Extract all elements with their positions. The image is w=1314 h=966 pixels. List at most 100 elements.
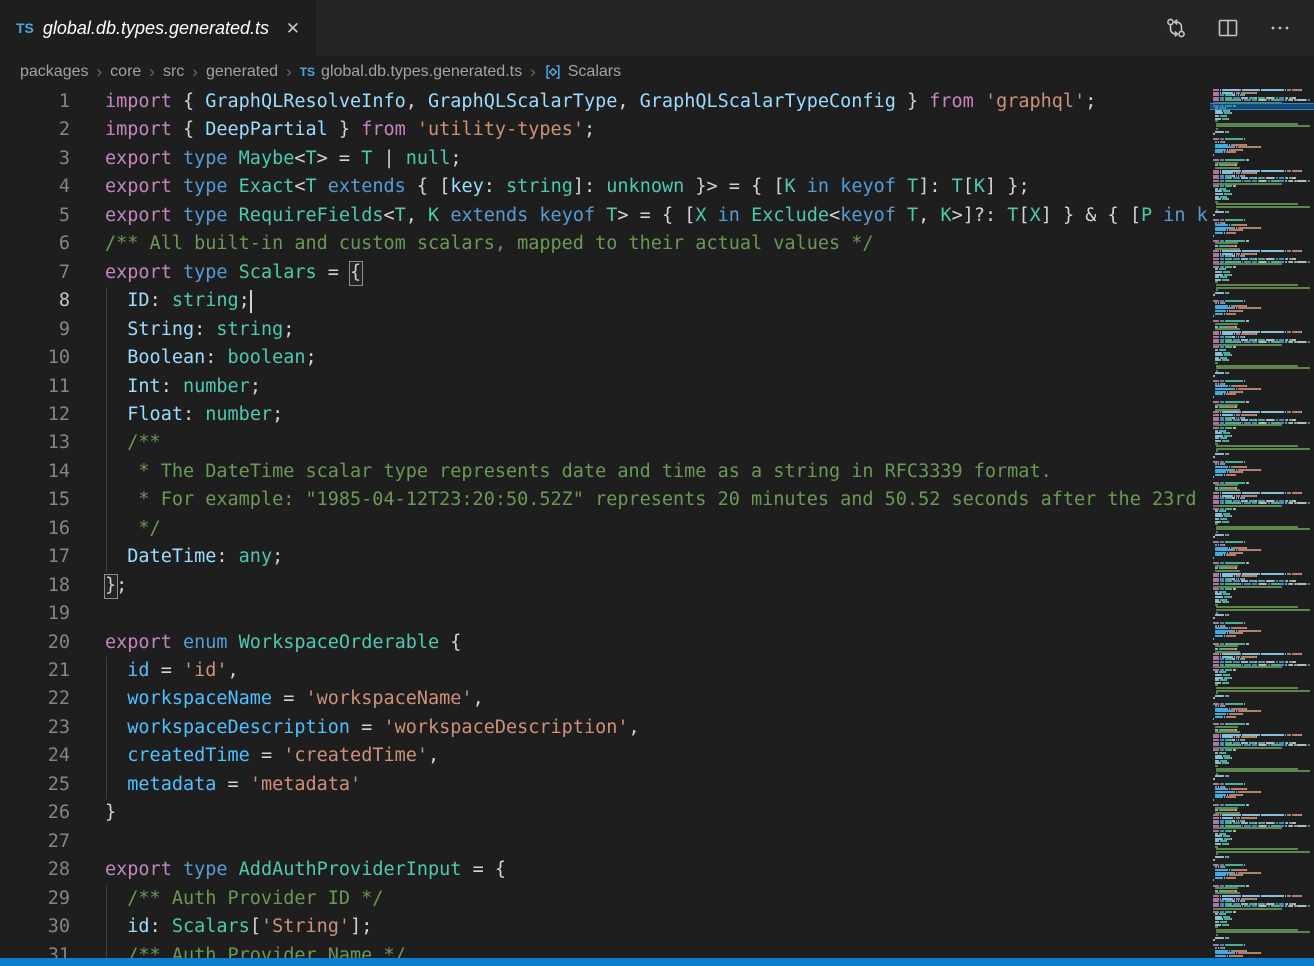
code-line[interactable]: id = 'id', — [105, 657, 239, 685]
minimap-line — [1259, 895, 1260, 897]
line-number[interactable]: 4 — [0, 173, 70, 201]
minimap-line — [1240, 89, 1241, 91]
line-number[interactable]: 11 — [0, 373, 70, 401]
line-number[interactable]: 8 — [0, 287, 70, 315]
open-changes-icon[interactable] — [1164, 16, 1188, 40]
line-number[interactable]: 5 — [0, 202, 70, 230]
breadcrumb-item-scalars[interactable]: Scalars — [544, 63, 621, 81]
code-line[interactable]: /** Auth Provider Name */ — [105, 942, 406, 959]
line-number[interactable]: 7 — [0, 259, 70, 287]
close-icon[interactable]: ✕ — [282, 18, 304, 39]
line-number[interactable]: 19 — [0, 600, 70, 628]
code-line[interactable]: Boolean: boolean; — [105, 344, 317, 372]
minimap-line — [1213, 697, 1215, 699]
code-editor[interactable]: 1 import { GraphQLResolveInfo, GraphQLSca… — [0, 88, 1208, 958]
line-number[interactable]: 9 — [0, 316, 70, 344]
line-number[interactable]: 24 — [0, 742, 70, 770]
code-line[interactable]: import { DeepPartial } from 'utility-typ… — [105, 116, 595, 144]
line-number[interactable]: 18 — [0, 572, 70, 600]
code-token — [105, 404, 127, 425]
minimap-line — [1215, 757, 1222, 759]
split-editor-icon[interactable] — [1216, 16, 1240, 40]
code-line[interactable]: export enum WorkspaceOrderable { — [105, 629, 461, 657]
minimap-line — [1213, 375, 1215, 377]
minimap-line — [1308, 180, 1310, 182]
minimap-line — [1285, 250, 1286, 252]
code-line[interactable]: /** — [105, 429, 161, 457]
code-line[interactable]: Float: number; — [105, 401, 283, 429]
code-token: K — [940, 205, 951, 226]
minimap-line — [1241, 172, 1256, 174]
line-number[interactable]: 25 — [0, 771, 70, 799]
minimap-line — [1225, 185, 1232, 187]
code-line[interactable]: } — [105, 799, 116, 827]
code-line[interactable]: export type AddAuthProviderInput = { — [105, 856, 506, 884]
code-line[interactable]: String: string; — [105, 316, 294, 344]
minimap-line — [1226, 393, 1236, 395]
minimap-line — [1242, 149, 1243, 151]
code-line[interactable]: export type Scalars = { — [105, 259, 361, 287]
minimap-line — [1232, 739, 1235, 741]
minimap-line — [1308, 261, 1310, 263]
code-line[interactable]: export type Maybe<T> = T | null; — [105, 145, 461, 173]
line-number[interactable]: 17 — [0, 543, 70, 571]
minimap-line — [1213, 804, 1219, 806]
line-number[interactable]: 1 — [0, 88, 70, 116]
code-line[interactable]: /** All built-in and custom scalars, map… — [105, 230, 874, 258]
code-line[interactable]: workspaceName = 'workspaceName', — [105, 685, 484, 713]
code-token: */ — [105, 518, 161, 539]
line-number[interactable]: 14 — [0, 458, 70, 486]
minimap-line — [1242, 955, 1243, 957]
minimap-line — [1287, 250, 1291, 252]
line-number[interactable]: 29 — [0, 885, 70, 913]
code-line[interactable]: ID: string; — [105, 287, 250, 315]
code-line[interactable]: DateTime: any; — [105, 543, 283, 571]
line-number[interactable]: 3 — [0, 145, 70, 173]
line-number[interactable]: 16 — [0, 515, 70, 543]
minimap-line — [1247, 258, 1248, 260]
line-number[interactable]: 27 — [0, 828, 70, 856]
code-line[interactable]: * For example: "1985-04-12T23:20:50.52Z"… — [105, 486, 1208, 514]
line-number[interactable]: 13 — [0, 429, 70, 457]
code-line[interactable]: Int: number; — [105, 373, 261, 401]
line-number[interactable]: 22 — [0, 685, 70, 713]
line-number[interactable]: 26 — [0, 799, 70, 827]
editor-tab[interactable]: TS global.db.types.generated.ts ✕ — [0, 0, 316, 56]
code-line[interactable]: export type Exact<T extends { [key: stri… — [105, 173, 1030, 201]
more-actions-icon[interactable] — [1268, 16, 1292, 40]
code-line[interactable]: workspaceDescription = 'workspaceDescrip… — [105, 714, 640, 742]
minimap-line — [1213, 562, 1219, 564]
minimap-line — [1289, 261, 1293, 263]
breadcrumb-item-packages[interactable]: packages — [20, 63, 89, 81]
breadcrumb-label: src — [163, 63, 184, 81]
breadcrumb-item-global-db-types-generated-ts[interactable]: TSglobal.db.types.generated.ts — [300, 63, 522, 81]
line-number[interactable]: 21 — [0, 657, 70, 685]
code-line[interactable]: import { GraphQLResolveInfo, GraphQLScal… — [105, 88, 1096, 116]
code-line[interactable]: export type RequireFields<T, K extends k… — [105, 202, 1208, 230]
minimap-line — [1229, 432, 1230, 434]
line-number[interactable]: 28 — [0, 856, 70, 884]
code-line[interactable]: */ — [105, 515, 161, 543]
minimap-line — [1220, 414, 1221, 416]
line-number[interactable]: 31 — [0, 942, 70, 959]
breadcrumb-item-core[interactable]: core — [110, 63, 141, 81]
line-number[interactable]: 2 — [0, 116, 70, 144]
line-number[interactable]: 6 — [0, 230, 70, 258]
breadcrumb-item-generated[interactable]: generated — [206, 63, 278, 81]
code-line[interactable]: createdTime = 'createdTime', — [105, 742, 439, 770]
minimap-line — [1218, 141, 1219, 143]
code-line[interactable]: /** Auth Provider ID */ — [105, 885, 383, 913]
line-number[interactable]: 20 — [0, 629, 70, 657]
line-number[interactable]: 10 — [0, 344, 70, 372]
minimap-line — [1236, 336, 1237, 338]
code-line[interactable]: id: Scalars['String']; — [105, 913, 372, 941]
code-line[interactable]: metadata = 'metadata' — [105, 771, 361, 799]
breadcrumb-item-src[interactable]: src — [163, 63, 184, 81]
minimap[interactable] — [1213, 88, 1310, 958]
line-number[interactable]: 12 — [0, 401, 70, 429]
minimap-line — [1287, 734, 1291, 736]
line-number[interactable]: 23 — [0, 714, 70, 742]
code-line[interactable]: * The DateTime scalar type represents da… — [105, 458, 1052, 486]
line-number[interactable]: 30 — [0, 913, 70, 941]
line-number[interactable]: 15 — [0, 486, 70, 514]
